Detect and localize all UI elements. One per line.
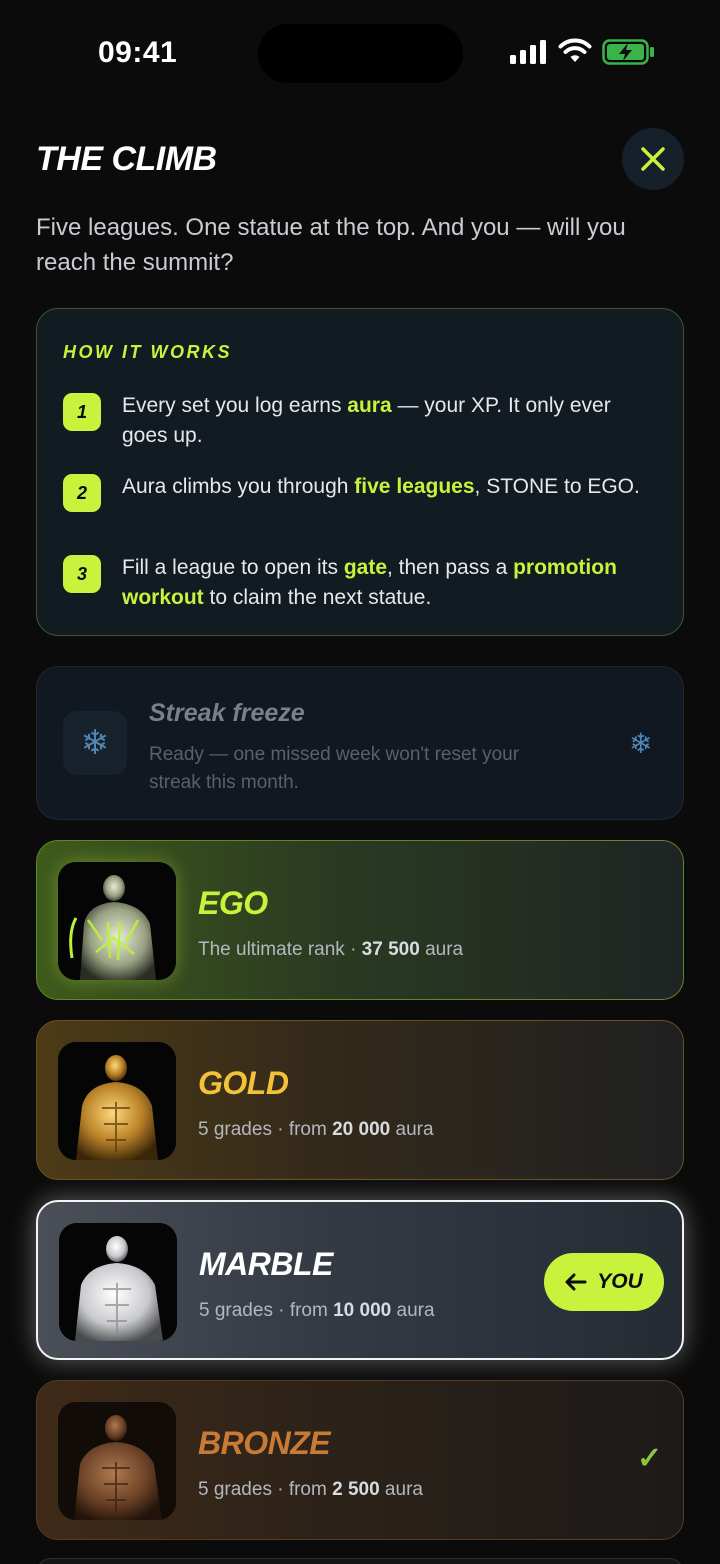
step-text: Every set you log earns aura — your XP. … [122, 394, 611, 447]
league-name: EGO [198, 885, 268, 921]
streak-freeze-description: Ready — one missed week won't reset your… [149, 744, 520, 793]
league-card-next[interactable] [36, 1558, 684, 1564]
checkmark-icon: ✓ [637, 1442, 663, 1475]
wifi-icon [558, 38, 592, 62]
league-meta: 5 grades · from 20 000 aura [198, 1119, 434, 1140]
snowflake-icon: ❄ [63, 711, 127, 775]
league-meta: 5 grades · from 2 500 aura [198, 1479, 423, 1500]
page-subtitle: Five leagues. One statue at the top. And… [36, 214, 626, 276]
step-number: 2 [63, 474, 101, 512]
league-name: BRONZE [198, 1425, 331, 1461]
league-meta: The ultimate rank · 37 500 aura [198, 939, 464, 960]
step-number: 3 [63, 555, 101, 593]
streak-freeze-card[interactable]: ❄ Streak freeze Ready — one missed week … [36, 666, 684, 820]
you-badge-button[interactable]: YOU [544, 1253, 664, 1311]
step-text: Aura climbs you through five leagues, ST… [122, 475, 640, 498]
marble-statue-image [59, 1223, 177, 1341]
league-name: MARBLE [199, 1246, 333, 1282]
you-label: YOU [597, 1270, 643, 1293]
close-icon [641, 147, 665, 171]
bronze-statue-image [58, 1402, 176, 1520]
league-name: GOLD [198, 1065, 289, 1101]
snowflake-icon: ❄ [629, 728, 653, 759]
battery-charging-icon [602, 39, 654, 65]
ego-statue-image [58, 862, 176, 980]
league-card-ego[interactable]: EGO The ultimate rank · 37 500 aura [36, 840, 684, 1000]
league-card-bronze[interactable]: BRONZE 5 grades · from 2 500 aura ✓ [36, 1380, 684, 1540]
cellular-signal-icon [510, 40, 546, 64]
step-text: Fill a league to open its gate, then pas… [122, 556, 617, 609]
page-title: THE CLIMB [36, 140, 217, 178]
status-bar: 09:41 [0, 0, 720, 104]
dynamic-island [258, 24, 463, 83]
how-it-works-title: HOW IT WORKS [63, 342, 232, 362]
arrow-left-icon [565, 1273, 587, 1291]
league-card-gold[interactable]: GOLD 5 grades · from 20 000 aura [36, 1020, 684, 1180]
streak-freeze-title: Streak freeze [149, 699, 305, 727]
status-time: 09:41 [98, 36, 178, 69]
league-meta: 5 grades · from 10 000 aura [199, 1300, 435, 1321]
how-it-works-card: HOW IT WORKS 1 Every set you log earns a… [36, 308, 684, 636]
step-number: 1 [63, 393, 101, 431]
close-button[interactable] [622, 128, 684, 190]
league-card-marble[interactable]: MARBLE 5 grades · from 10 000 aura YOU [36, 1200, 684, 1360]
gold-statue-image [58, 1042, 176, 1160]
